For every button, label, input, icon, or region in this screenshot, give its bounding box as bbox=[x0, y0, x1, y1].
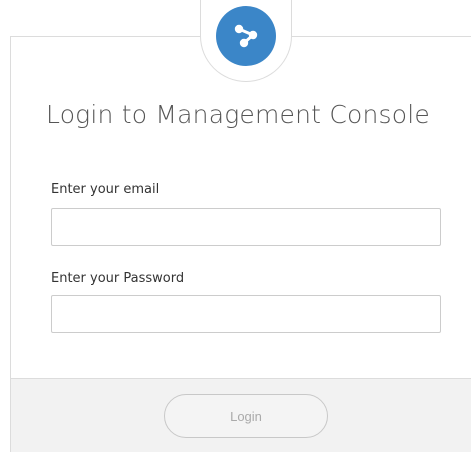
password-label: Enter your Password bbox=[51, 271, 185, 286]
email-label: Enter your email bbox=[51, 182, 160, 197]
login-button[interactable]: Login bbox=[164, 394, 328, 438]
logo bbox=[216, 6, 276, 66]
email-input[interactable] bbox=[51, 208, 441, 246]
page-title: Login to Management Console bbox=[46, 100, 430, 129]
share-nodes-icon bbox=[234, 24, 258, 48]
password-input[interactable] bbox=[51, 295, 441, 333]
login-page: Login to Management Console Enter your e… bbox=[0, 0, 471, 452]
